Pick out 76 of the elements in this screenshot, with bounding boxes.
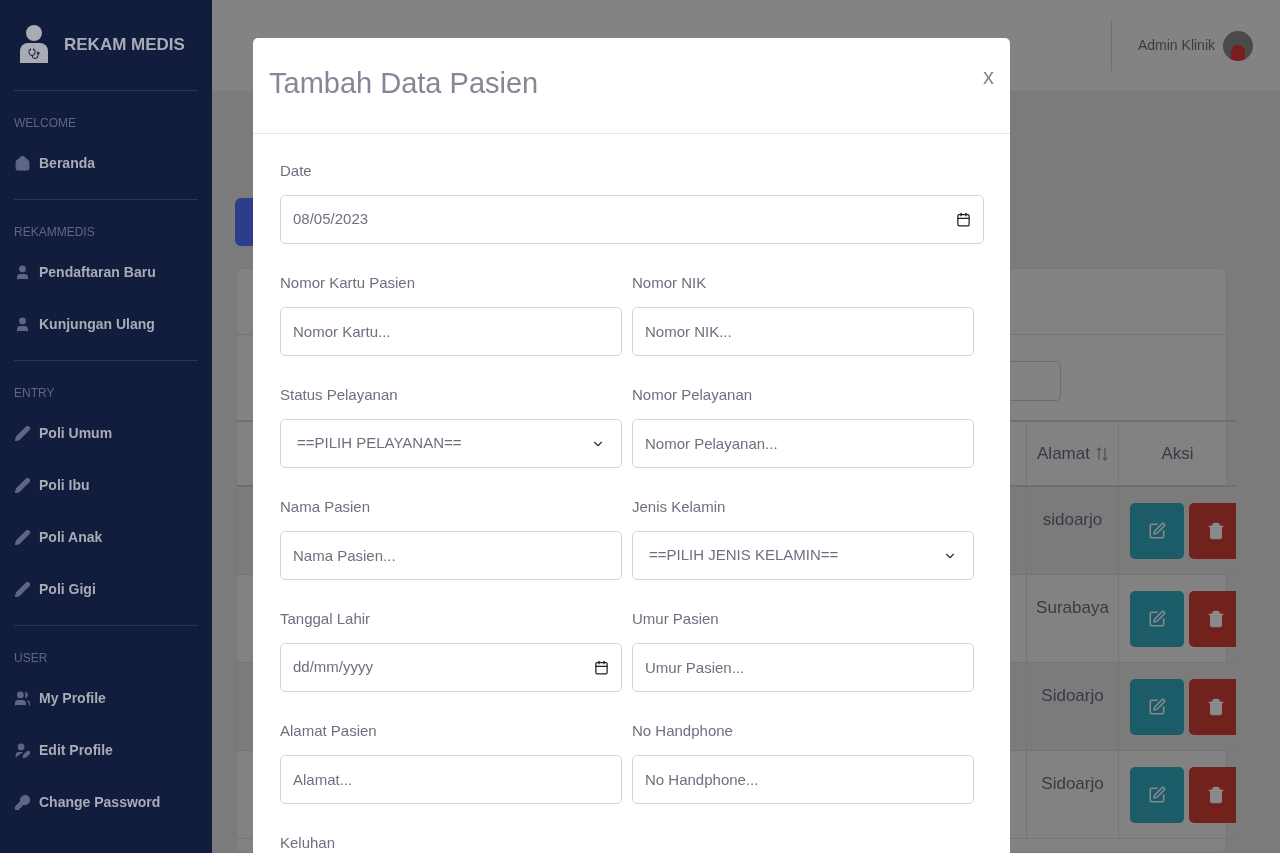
delete-button[interactable] [1189,503,1236,559]
edit-button[interactable] [1130,503,1184,559]
section-heading: REKAMMEDIS [14,224,95,241]
select-field[interactable]: ==PILIH JENIS KELAMIN== [632,531,974,580]
edit-icon [1148,610,1166,628]
users-icon [14,689,31,707]
trash-icon [1207,610,1225,628]
field-label: Jenis Kelamin [632,498,726,516]
trash-icon [1207,522,1225,540]
brand-title: REKAM MEDIS [64,34,185,57]
input-field[interactable]: Nama Pasien... [280,531,622,580]
input-field[interactable]: Nomor Kartu... [280,307,622,356]
date-field[interactable]: dd/mm/yyyy [280,643,622,692]
sidebar-item[interactable]: Poli Ibu [14,459,198,511]
delete-button[interactable] [1189,591,1236,647]
user-edit-icon [14,741,31,759]
modal-title: Tambah Data Pasien [269,65,539,101]
input-field[interactable]: No Handphone... [632,755,974,804]
table-cell-text: Sidoarjo [1041,773,1104,795]
pencil-icon [14,476,31,494]
edit-icon [1148,698,1166,716]
section-heading: ENTRY [14,385,55,402]
edit-button[interactable] [1130,591,1184,647]
input-field[interactable]: Nomor Pelayanan... [632,419,974,468]
calendar-icon [594,660,609,675]
field-label: Status Pelayanan [280,386,398,404]
sidebar-item[interactable]: Poli Anak [14,511,198,563]
field-label: Umur Pasien [632,610,719,628]
section-heading: WELCOME [14,115,76,132]
table-cell-text: Sidoarjo [1041,685,1104,707]
field-label: Nomor Kartu Pasien [280,274,416,292]
input-field[interactable]: Nomor NIK... [632,307,974,356]
input-field[interactable]: Alamat... [280,755,622,804]
field-label: Nama Pasien [280,498,371,516]
delete-button[interactable] [1189,767,1236,823]
field-label: Nomor NIK [632,274,707,292]
sidebar-item[interactable]: Poli Umum [14,407,198,459]
sidebar-item[interactable]: Pendaftaran Baru [14,246,198,298]
edit-button[interactable] [1130,679,1184,735]
field-label: Date [280,162,312,180]
sidebar-item[interactable]: Change Password [14,776,198,828]
table-cell-text: Surabaya [1036,597,1109,619]
avatar[interactable] [1223,30,1253,61]
input-field[interactable]: Umur Pasien... [632,643,974,692]
user-name: Admin Klinik [1137,36,1215,55]
home-icon [14,154,31,172]
pencil-icon [14,580,31,598]
edit-button[interactable] [1130,767,1184,823]
sort-icon [1095,446,1108,461]
field-label: Keluhan [280,834,336,852]
field-label: Nomor Pelayanan [632,386,753,404]
date-field[interactable]: 08/05/2023 [280,195,984,244]
calendar-icon [956,212,971,227]
sidebar-item[interactable]: Kunjungan Ulang [14,298,198,350]
pencil-icon [14,424,31,442]
sidebar-item[interactable]: Edit Profile [14,724,198,776]
field-label: Alamat Pasien [280,722,377,740]
sidebar-item[interactable]: Poli Gigi [14,563,198,615]
field-label: Tanggal Lahir [280,610,371,628]
field-label: No Handphone [632,722,733,740]
edit-icon [1148,522,1166,540]
user-icon [14,315,31,333]
delete-button[interactable] [1189,679,1236,735]
edit-icon [1148,786,1166,804]
doctor-icon [18,25,50,65]
sidebar-item[interactable]: My Profile [14,672,198,724]
table-cell-text: sidoarjo [1042,509,1103,531]
select-field[interactable]: ==PILIH PELAYANAN== [280,419,622,468]
pencil-icon [14,528,31,546]
sidebar-item[interactable]: Beranda [14,137,198,189]
key-icon [14,793,31,811]
close-button[interactable]: x [983,60,994,93]
trash-icon [1207,786,1225,804]
user-icon [14,263,31,281]
section-heading: USER [14,650,48,667]
trash-icon [1207,698,1225,716]
